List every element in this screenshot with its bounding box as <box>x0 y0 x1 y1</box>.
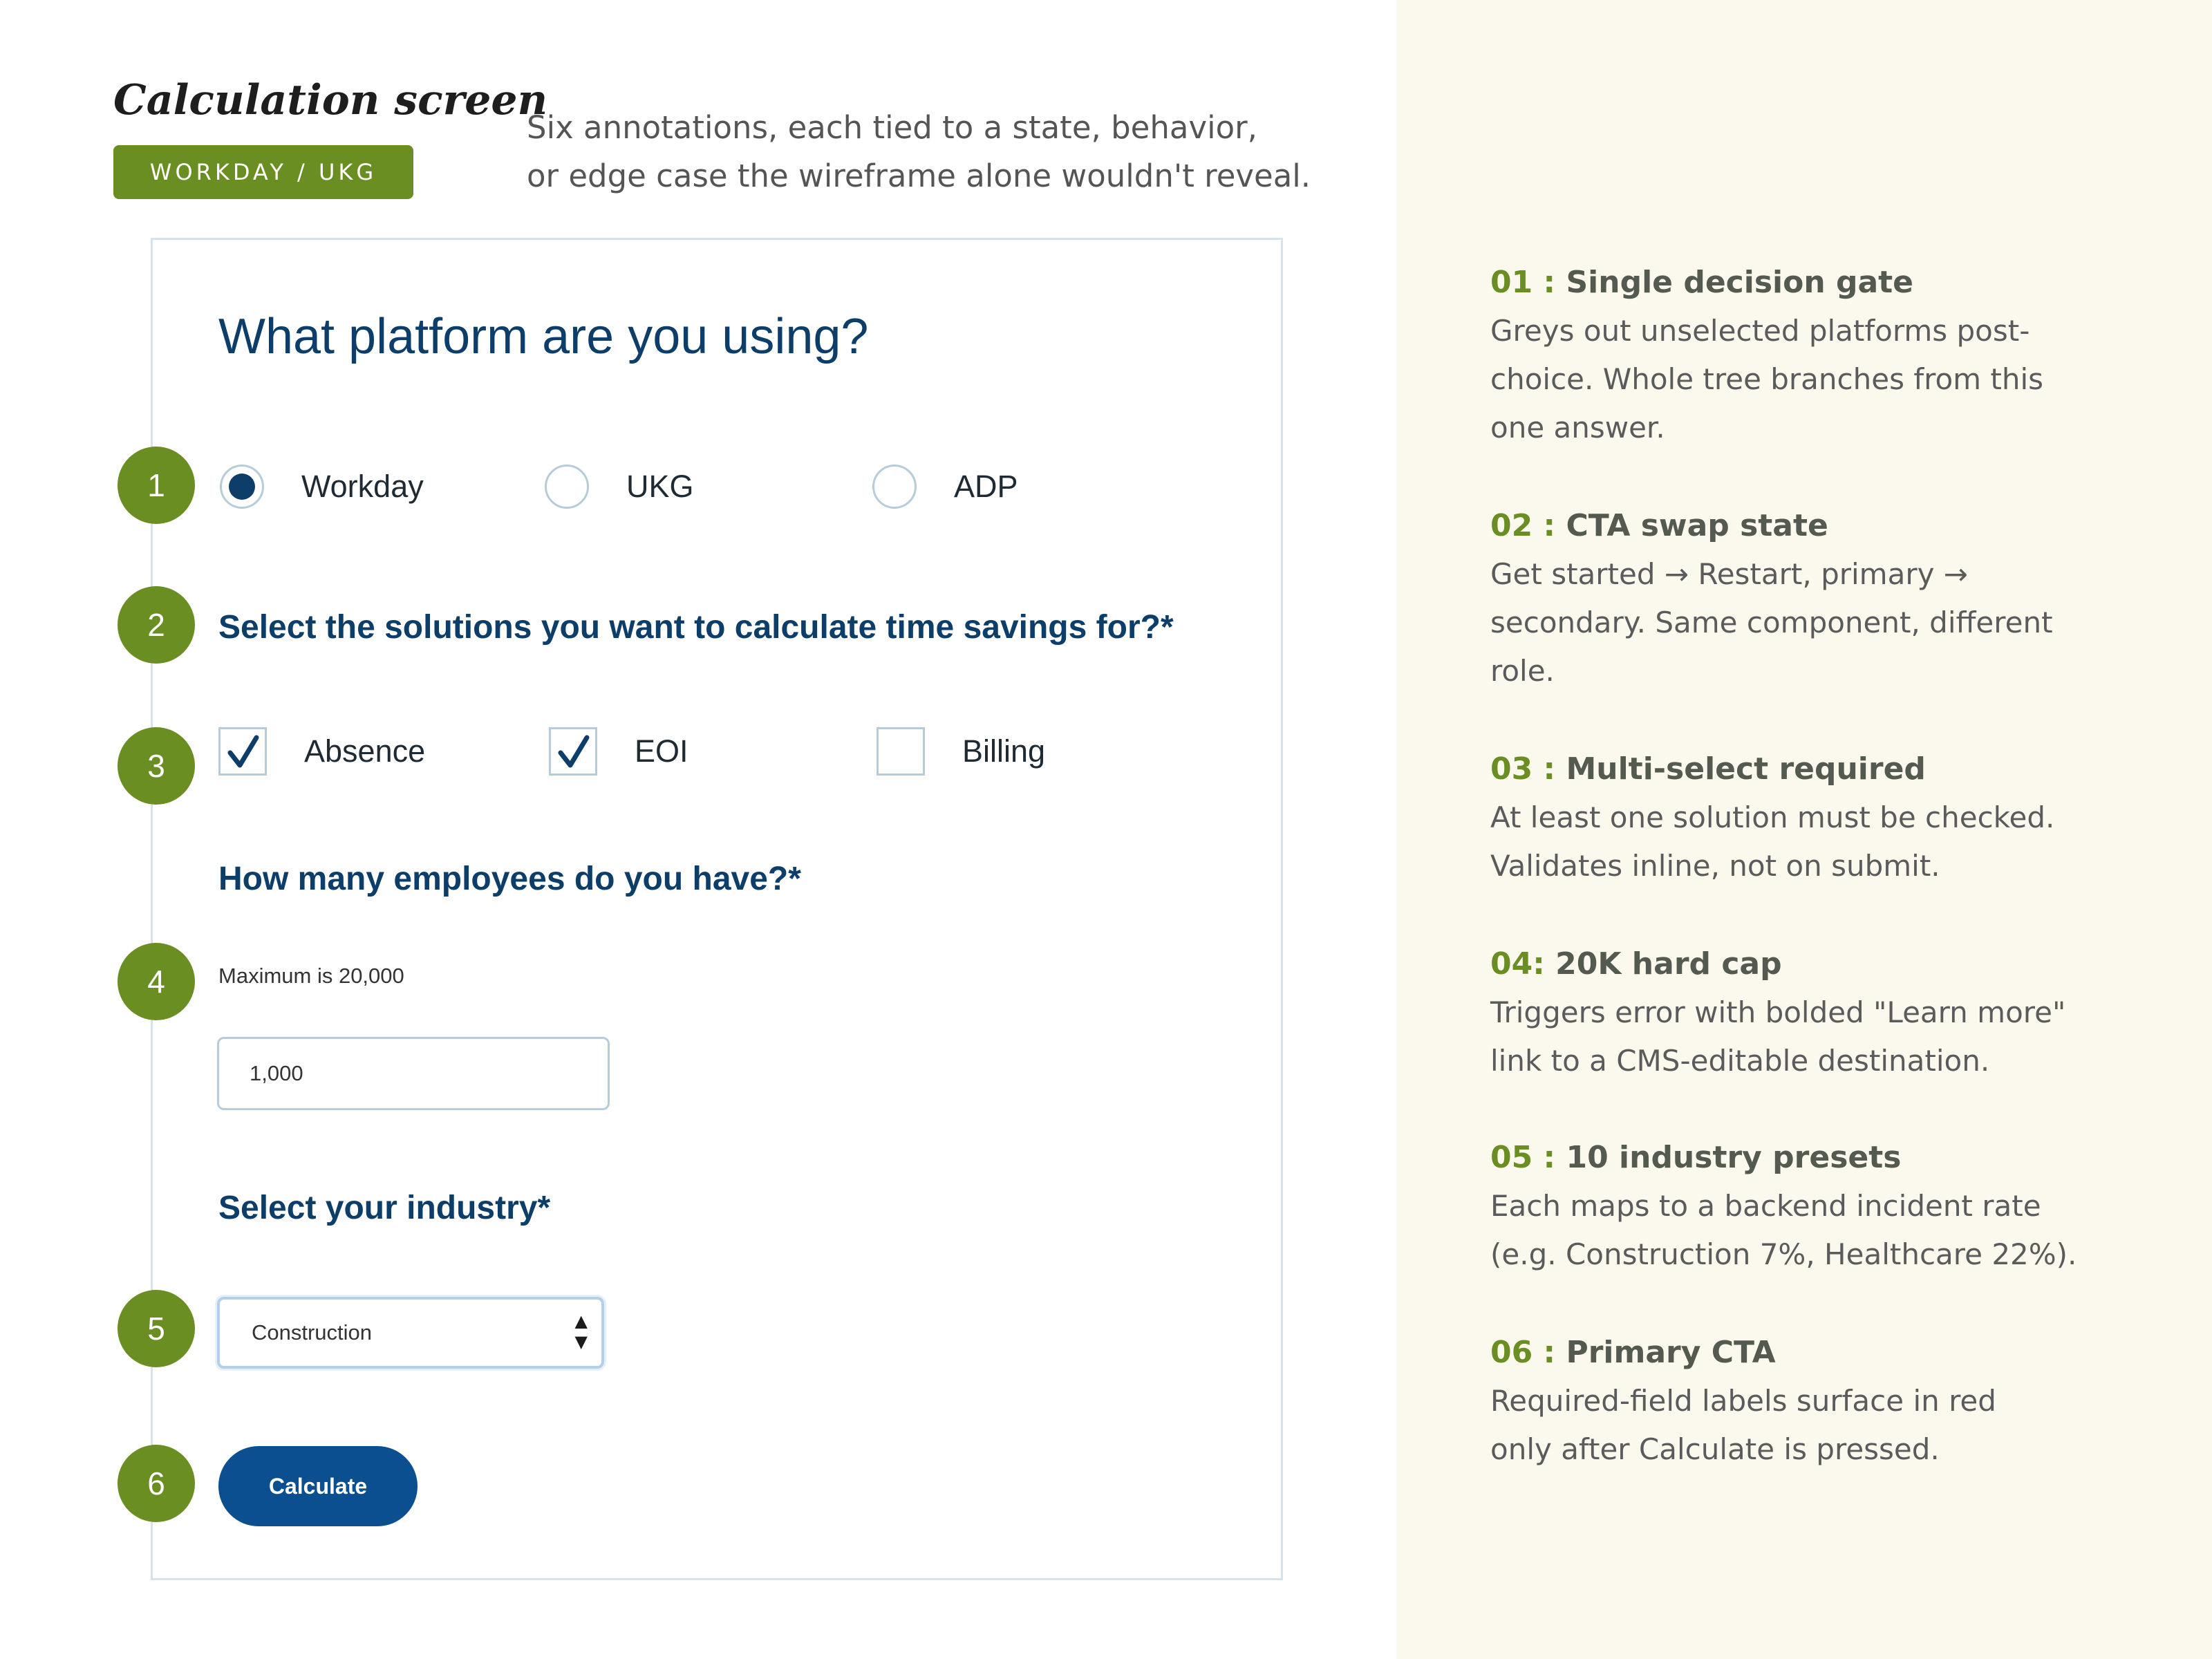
page-title: Calculation screen <box>113 76 548 124</box>
checkbox-label: Billing <box>962 733 1046 769</box>
industry-select-value: Construction <box>252 1320 373 1344</box>
industry-question: Select your industry* <box>218 1190 551 1226</box>
checkbox-label: Absence <box>304 733 426 769</box>
annotation-line: Each maps to a backend incident rate <box>1490 1189 2041 1223</box>
annotation-number: 04: <box>1490 946 1545 982</box>
radio-button[interactable] <box>872 465 917 509</box>
annotation-line: one answer. <box>1490 411 1665 444</box>
annotation-line: link to a CMS-editable destination. <box>1490 1044 1990 1078</box>
checkbox[interactable] <box>218 727 267 776</box>
annotation-heading: 10 industry presets <box>1566 1140 1902 1175</box>
step-marker-5: 5 <box>118 1290 195 1367</box>
employees-hint: Maximum is 20,000 <box>218 964 404 988</box>
annotation-number: 06 : <box>1490 1335 1556 1370</box>
annotation-title: 02 : CTA swap state <box>1490 502 2140 550</box>
annotation-heading: Multi-select required <box>1566 751 1926 787</box>
annotation-line: only after Calculate is pressed. <box>1490 1432 1940 1466</box>
annotation-item: 06 : Primary CTA Required-field labels s… <box>1490 1329 2140 1474</box>
annotation-number: 03 : <box>1490 751 1556 787</box>
checkmark-icon <box>227 735 259 768</box>
annotation-item: 01 : Single decision gate Greys out unse… <box>1490 259 2140 452</box>
industry-select[interactable]: Construction ▲ ▼ <box>217 1297 604 1369</box>
annotation-item: 04: 20K hard cap Triggers error with bol… <box>1490 940 2140 1085</box>
radio-adp[interactable]: ADP <box>872 465 1018 509</box>
annotation-number: 01 : <box>1490 265 1556 300</box>
annotation-line: secondary. Same component, different <box>1490 606 2053 639</box>
step-marker-6: 6 <box>118 1445 195 1522</box>
annotation-line: Required-field labels surface in red <box>1490 1384 1996 1418</box>
checkbox-billing[interactable]: Billing <box>877 727 1045 776</box>
annotation-body: Required-field labels surface in red onl… <box>1490 1377 2140 1474</box>
annotation-heading: Single decision gate <box>1566 265 1914 300</box>
annotation-line: role. <box>1490 654 1555 688</box>
wireframe-frame <box>151 238 1283 1580</box>
step-marker-1: 1 <box>118 447 195 524</box>
annotation-line: At least one solution must be checked. <box>1490 800 2055 834</box>
annotation-body: Each maps to a backend incident rate (e.… <box>1490 1182 2140 1279</box>
annotation-line: Get started → Restart, primary → <box>1490 557 1968 591</box>
radio-workday[interactable]: Workday <box>220 465 424 509</box>
radio-button[interactable] <box>220 465 264 509</box>
annotation-heading: Primary CTA <box>1566 1335 1776 1370</box>
annotation-line: Validates inline, not on submit. <box>1490 849 1940 883</box>
annotation-body: At least one solution must be checked. V… <box>1490 794 2140 890</box>
annotation-title: 05 : 10 industry presets <box>1490 1134 2140 1182</box>
checkmark-icon <box>558 735 590 768</box>
radio-label: Workday <box>301 469 424 504</box>
checkbox-eoi[interactable]: EOI <box>549 727 688 776</box>
checkbox-absence[interactable]: Absence <box>218 727 425 776</box>
annotation-number: 02 : <box>1490 508 1556 543</box>
checkbox[interactable] <box>877 727 925 776</box>
select-arrows-icon: ▲ ▼ <box>574 1311 588 1351</box>
annotation-title: 06 : Primary CTA <box>1490 1329 2140 1377</box>
annotation-line: (e.g. Construction 7%, Healthcare 22%). <box>1490 1237 2077 1271</box>
intro-text: Six annotations, each tied to a state, b… <box>527 104 1311 200</box>
step-marker-3: 3 <box>118 727 195 805</box>
annotation-heading: 20K hard cap <box>1555 946 1782 982</box>
radio-ukg[interactable]: UKG <box>545 465 694 509</box>
platform-tag: WORKDAY / UKG <box>113 145 413 199</box>
annotation-line: Triggers error with bolded "Learn more" <box>1490 995 2066 1029</box>
employee-count-input[interactable] <box>217 1037 610 1110</box>
annotation-body: Triggers error with bolded "Learn more" … <box>1490 988 2140 1085</box>
annotation-title: 01 : Single decision gate <box>1490 259 2140 307</box>
step-marker-2: 2 <box>118 586 195 664</box>
annotation-title: 03 : Multi-select required <box>1490 745 2140 794</box>
intro-line: Six annotations, each tied to a state, b… <box>527 109 1257 146</box>
annotation-line: Greys out unselected platforms post- <box>1490 314 2030 348</box>
checkbox[interactable] <box>549 727 597 776</box>
annotation-heading: CTA swap state <box>1566 508 1828 543</box>
solutions-question: Select the solutions you want to calcula… <box>218 609 1174 646</box>
annotation-body: Greys out unselected platforms post- cho… <box>1490 307 2140 452</box>
radio-label: UKG <box>626 469 694 504</box>
checkbox-label: EOI <box>635 733 688 769</box>
annotation-line: choice. Whole tree branches from this <box>1490 362 2044 396</box>
annotation-body: Get started → Restart, primary → seconda… <box>1490 550 2140 695</box>
calculate-button[interactable]: Calculate <box>218 1446 418 1526</box>
radio-button[interactable] <box>545 465 589 509</box>
annotation-item: 02 : CTA swap state Get started → Restar… <box>1490 502 2140 695</box>
annotation-title: 04: 20K hard cap <box>1490 940 2140 988</box>
annotation-item: 03 : Multi-select required At least one … <box>1490 745 2140 890</box>
platform-question: What platform are you using? <box>218 309 869 364</box>
employees-question: How many employees do you have?* <box>218 861 801 897</box>
annotation-item: 05 : 10 industry presets Each maps to a … <box>1490 1134 2140 1279</box>
step-marker-4: 4 <box>118 943 195 1020</box>
radio-label: ADP <box>954 469 1018 504</box>
intro-line: or edge case the wireframe alone wouldn'… <box>527 158 1311 194</box>
annotation-number: 05 : <box>1490 1140 1556 1175</box>
